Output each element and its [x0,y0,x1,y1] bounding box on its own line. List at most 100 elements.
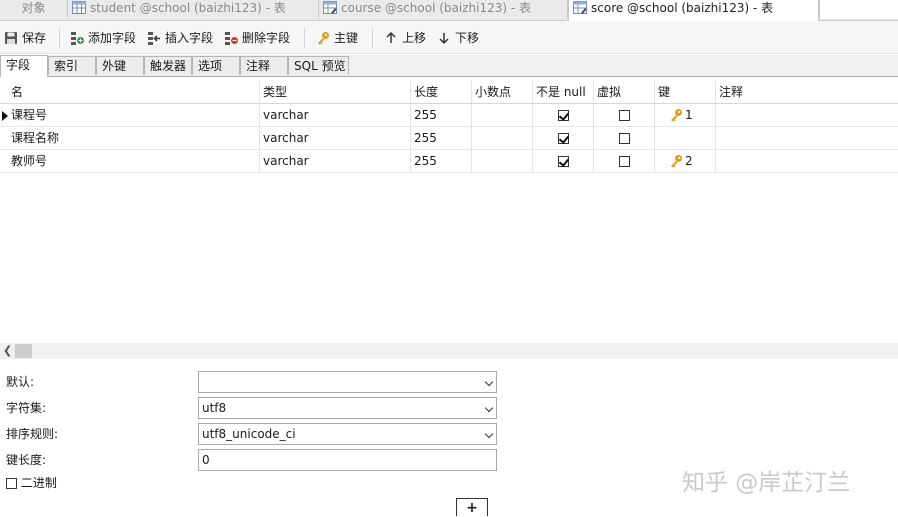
toolbar-divider [59,28,60,48]
cell-virtual[interactable] [594,150,655,172]
charset-select[interactable]: utf8 [198,397,497,419]
binary-checkbox[interactable] [6,478,17,489]
arrow-up-icon [386,31,396,43]
tab-options[interactable]: 选项 [192,56,240,75]
header-virtual[interactable]: 虚拟 [594,81,655,103]
key-length-input[interactable]: 0 [198,449,497,471]
add-icon[interactable]: + [456,498,488,516]
cell-virtual[interactable] [594,104,655,126]
key-icon [671,155,682,168]
grid-rows: 课程号 varchar 255 1 课程名称 varchar 255 教师号 varchar 25… [0,104,898,173]
cell-key[interactable]: 1 [655,104,716,126]
cell-decimal[interactable] [472,127,533,149]
cell-name[interactable]: 课程名称 [8,127,260,149]
cell-length[interactable]: 255 [411,127,472,149]
charset-value: utf8 [202,401,227,415]
tab-fields[interactable]: 字段 [0,55,48,77]
cell-not-null[interactable] [533,150,594,172]
save-label: 保存 [22,31,47,45]
header-length[interactable]: 长度 [411,81,472,103]
table-row[interactable]: 课程名称 varchar 255 [0,127,898,150]
move-up-label: 上移 [402,31,427,45]
cell-virtual[interactable] [594,127,655,149]
cell-key[interactable] [655,127,716,149]
header-type[interactable]: 类型 [260,81,411,103]
header-key[interactable]: 键 [655,81,716,103]
cell-comment[interactable] [716,127,898,149]
move-up-button[interactable]: 上移 [384,29,426,47]
tab-triggers[interactable]: 触发器 [144,56,192,75]
tab-indexes[interactable]: 索引 [48,56,96,75]
delete-field-label: 删除字段 [242,31,291,45]
collation-label: 排序规则: [6,427,59,441]
add-field-button[interactable]: 添加字段 [70,29,136,47]
tab-comments[interactable]: 注释 [240,56,288,75]
charset-label: 字符集: [6,401,47,415]
cell-length[interactable]: 255 [411,104,472,126]
editor-tab-bar: 对象 student @school (baizhi123) - 表 cours… [0,0,898,21]
grid-horizontal-scrollbar[interactable]: ❮ [0,343,898,359]
collation-value: utf8_unicode_ci [202,427,296,441]
collation-select[interactable]: utf8_unicode_ci [198,423,497,445]
tab-student-table[interactable]: student @school (baizhi123) - 表 [68,0,319,19]
chevron-down-icon [484,429,494,439]
cell-comment[interactable] [716,150,898,172]
not-null-checkbox[interactable] [557,110,569,121]
header-decimal[interactable]: 小数点 [472,81,533,103]
key-order: 1 [685,108,693,122]
table-row[interactable]: 课程号 varchar 255 1 [0,104,898,127]
delete-field-icon [225,32,238,45]
cell-not-null[interactable] [533,127,594,149]
default-label: 默认: [6,375,35,389]
key-icon [318,32,329,45]
toolbar-divider [304,28,305,48]
cell-decimal[interactable] [472,104,533,126]
not-null-checkbox[interactable] [557,133,569,144]
cell-name[interactable]: 课程号 [8,104,260,126]
header-name[interactable]: 名 [8,81,260,103]
tab-score-table[interactable]: score @school (baizhi123) - 表 [568,0,819,21]
delete-field-button[interactable]: 删除字段 [224,29,290,47]
fields-grid: 名 类型 长度 小数点 不是 null 虚拟 键 注释 课程号 varchar 25… [0,81,898,173]
virtual-checkbox[interactable] [618,133,630,144]
insert-field-label: 插入字段 [165,31,214,45]
cell-name[interactable]: 教师号 [8,150,260,172]
scroll-thumb[interactable] [15,344,32,358]
cell-type[interactable]: varchar [260,150,411,172]
key-order: 2 [685,154,693,168]
virtual-checkbox[interactable] [618,156,630,167]
tab-objects[interactable]: 对象 [0,0,68,19]
default-select[interactable] [198,371,497,393]
table-row[interactable]: 教师号 varchar 255 2 [0,150,898,173]
save-button[interactable]: 保存 [4,29,46,47]
move-down-button[interactable]: 下移 [437,29,479,47]
cell-not-null[interactable] [533,104,594,126]
chevron-down-icon [484,403,494,413]
cell-comment[interactable] [716,104,898,126]
scroll-left-icon[interactable]: ❮ [3,343,13,359]
tab-sql-preview[interactable]: SQL 预览 [288,56,349,75]
tab-label: student @school (baizhi123) - 表 [90,1,286,15]
cell-key[interactable]: 2 [655,150,716,172]
virtual-checkbox[interactable] [618,110,630,121]
cell-type[interactable]: varchar [260,127,411,149]
primary-key-button[interactable]: 主键 [316,29,358,47]
move-down-label: 下移 [455,31,480,45]
table-icon [72,1,86,14]
cell-length[interactable]: 255 [411,150,472,172]
cell-type[interactable]: varchar [260,104,411,126]
header-not-null[interactable]: 不是 null [533,81,594,103]
tab-foreign-keys[interactable]: 外键 [96,56,144,75]
table-edit-icon [573,1,587,14]
insert-field-button[interactable]: 插入字段 [147,29,213,47]
binary-checkbox-row[interactable]: 二进制 [6,474,57,492]
arrow-down-icon [439,33,449,45]
table-designer-toolbar: 保存 添加字段 插入字段 删除字段 主键 上移 下移 [0,21,898,54]
tab-course-table[interactable]: course @school (baizhi123) - 表 [319,0,568,19]
tab-bar-blank [819,0,898,19]
header-comment[interactable]: 注释 [716,81,898,103]
cell-decimal[interactable] [472,150,533,172]
toolbar-divider [372,28,373,48]
add-field-icon [71,32,84,45]
not-null-checkbox[interactable] [557,156,569,167]
